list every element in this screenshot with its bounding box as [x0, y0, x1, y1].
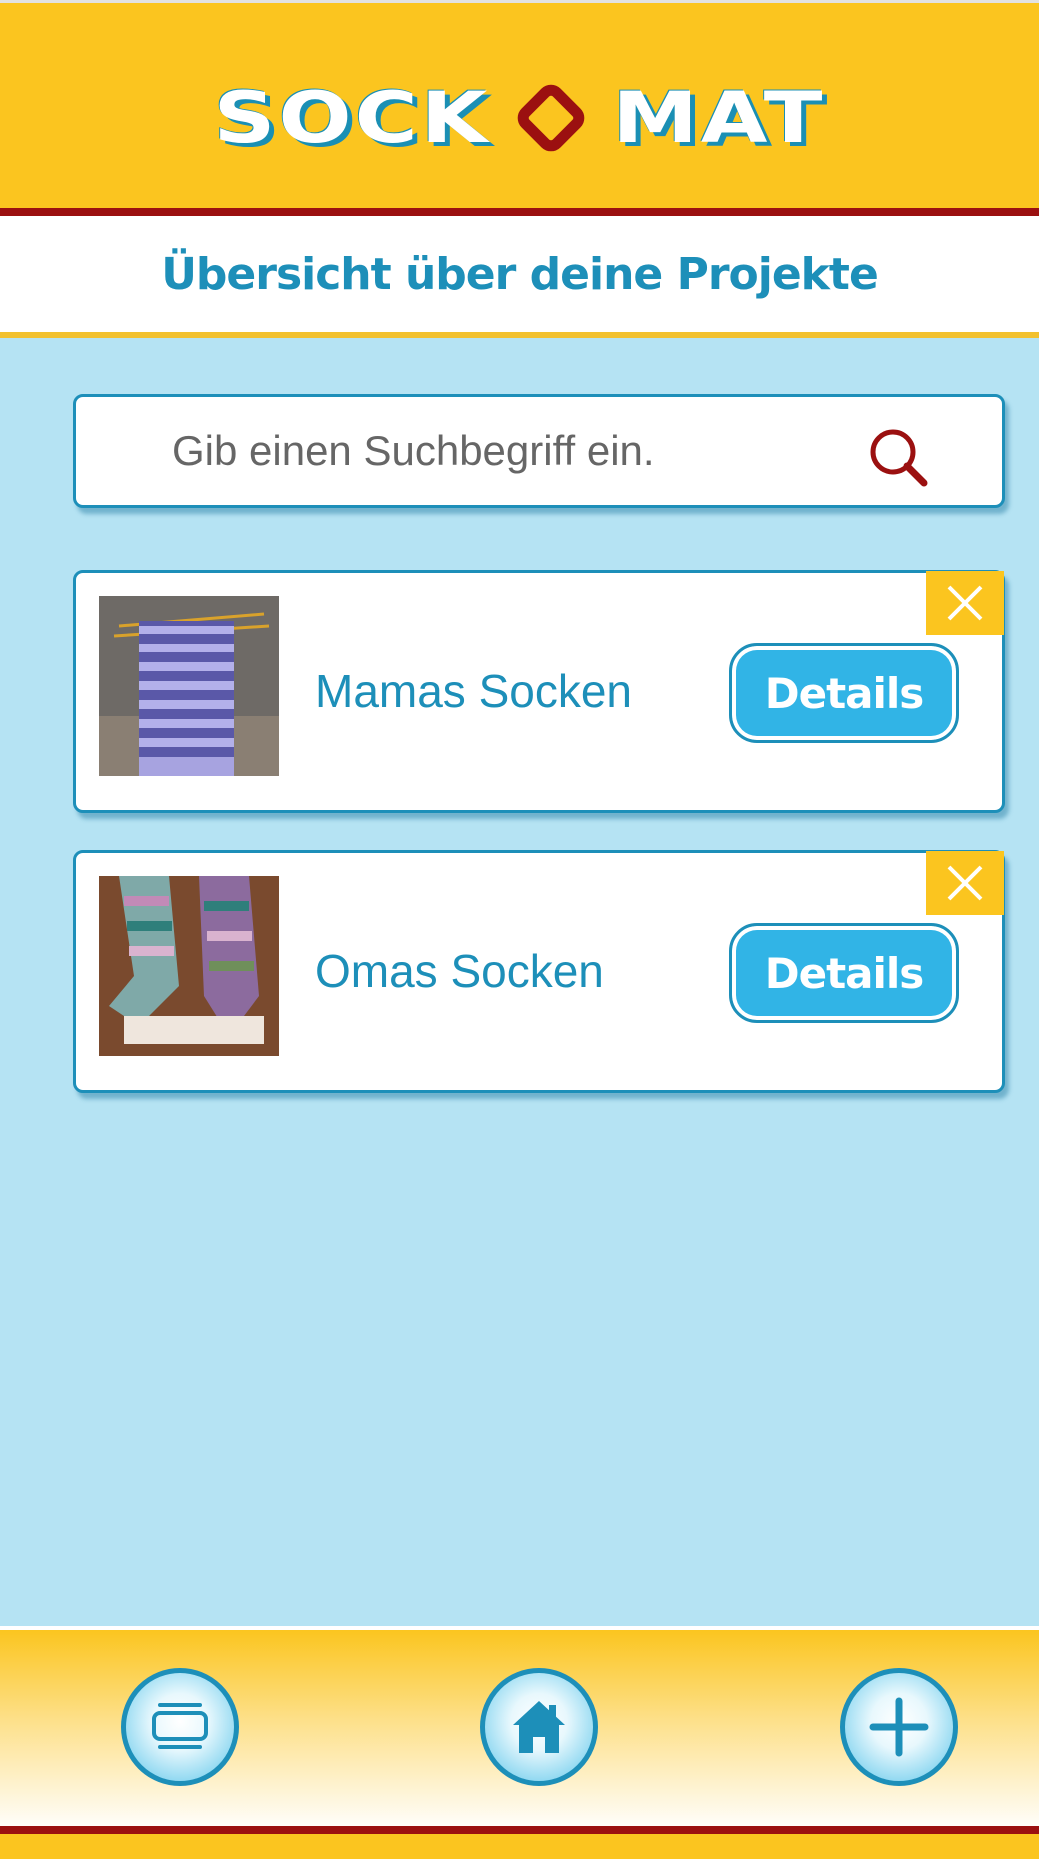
nav-cards-button[interactable]: [121, 1668, 239, 1786]
search-input[interactable]: Gib einen Suchbegriff ein.: [172, 397, 655, 505]
app-logo: SOCK MAT: [0, 63, 1039, 173]
delete-button[interactable]: [926, 571, 1004, 635]
details-button[interactable]: Details: [729, 643, 959, 743]
page-title: Übersicht über deine Projekte: [161, 248, 879, 300]
nav-add-button[interactable]: [840, 1668, 958, 1786]
project-thumbnail: [99, 876, 279, 1056]
search-icon[interactable]: [866, 425, 932, 491]
logo-word-mat: MAT: [612, 77, 826, 159]
nav-home-button[interactable]: [480, 1668, 598, 1786]
close-icon: [947, 585, 983, 621]
app-header: SOCK MAT: [0, 0, 1039, 208]
home-icon: [513, 1701, 565, 1753]
footer-divider: [0, 1826, 1039, 1834]
sock-image-icon: [99, 596, 279, 776]
delete-button[interactable]: [926, 851, 1004, 915]
project-name: Omas Socken: [315, 945, 604, 997]
project-card: Mamas Socken Details: [73, 570, 1005, 813]
header-divider: [0, 208, 1039, 216]
logo-word-sock: SOCK: [213, 77, 491, 159]
title-bar: Übersicht über deine Projekte: [0, 216, 1039, 338]
project-card: Omas Socken Details: [73, 850, 1005, 1093]
details-button[interactable]: Details: [729, 923, 959, 1023]
project-name: Mamas Socken: [315, 665, 633, 717]
close-icon: [947, 865, 983, 901]
search-field[interactable]: Gib einen Suchbegriff ein.: [73, 394, 1005, 508]
footer-bottom-bar: [0, 1834, 1039, 1859]
project-thumbnail: [99, 596, 279, 776]
plus-icon: [869, 1697, 929, 1757]
sock-image-icon: [99, 876, 279, 1056]
cards-icon: [152, 1703, 208, 1749]
logo-diamond-icon: [518, 84, 585, 152]
